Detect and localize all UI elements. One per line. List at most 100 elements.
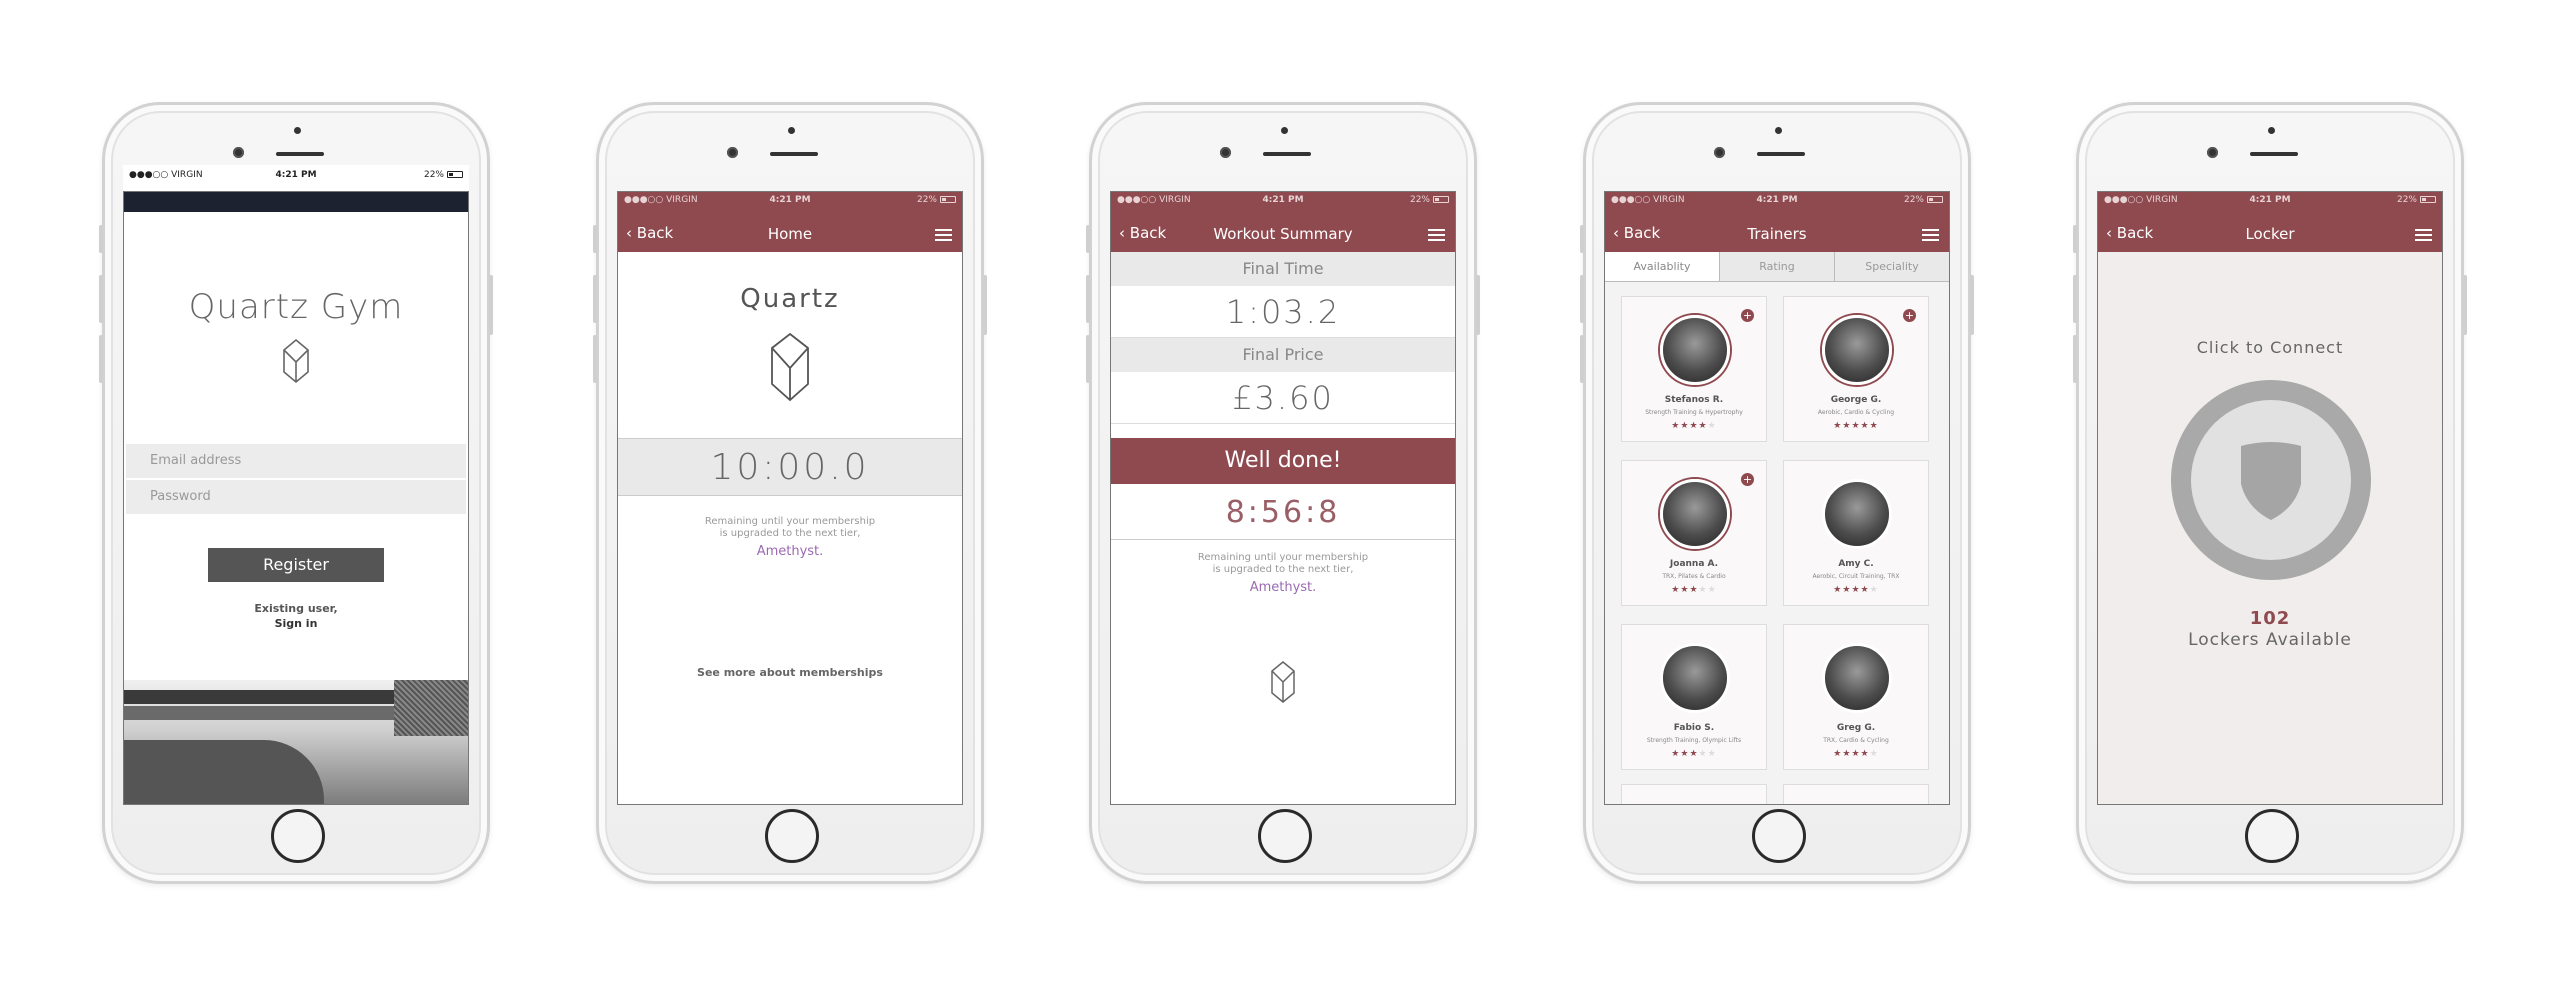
earpiece	[2250, 152, 2298, 156]
clock: 4:21 PM	[1262, 195, 1304, 205]
star-icon: ★	[1833, 749, 1843, 759]
hamburger-menu-icon[interactable]	[935, 229, 952, 241]
clock: 4:21 PM	[275, 170, 317, 180]
avatar	[1660, 479, 1730, 549]
tab-speciality[interactable]: Speciality	[1834, 252, 1949, 281]
trainer-card[interactable]: + Stefanos R. Strength Training & Hypertro…	[1621, 296, 1767, 442]
trainer-card-partial	[1621, 784, 1767, 804]
home-button[interactable]	[765, 809, 819, 863]
hamburger-menu-icon[interactable]	[1922, 229, 1939, 241]
email-placeholder: Email address	[150, 453, 242, 468]
shield-icon	[2237, 438, 2305, 526]
front-sensor	[788, 127, 795, 134]
email-field[interactable]: Email address	[126, 444, 466, 478]
avatar	[1822, 315, 1892, 385]
star-icon: ★	[1860, 585, 1870, 595]
star-icon: ★	[1833, 421, 1843, 431]
tab-availability[interactable]: Availablity	[1605, 252, 1719, 281]
register-button[interactable]: Register	[208, 548, 384, 582]
gem-icon	[618, 332, 962, 406]
star-icon: ★	[1860, 749, 1870, 759]
rating-stars: ★★★★★	[1784, 421, 1928, 431]
star-icon: ★	[1689, 421, 1699, 431]
rating-stars: ★★★★★	[1622, 749, 1766, 759]
hamburger-menu-icon[interactable]	[1428, 229, 1445, 241]
remaining-text-2: is upgraded to the next tier,	[719, 528, 861, 539]
password-placeholder: Password	[150, 489, 211, 504]
star-icon: ★	[1689, 749, 1699, 759]
star-icon: ★	[1671, 749, 1681, 759]
hamburger-menu-icon[interactable]	[2415, 229, 2432, 241]
final-time-value: 1:03.2	[1111, 286, 1455, 338]
star-icon: ★	[1671, 585, 1681, 595]
star-icon: ★	[1707, 749, 1717, 759]
rating-stars: ★★★★★	[1622, 421, 1766, 431]
remaining-text-2: is upgraded to the next tier,	[1212, 564, 1354, 575]
star-icon: ★	[1851, 421, 1861, 431]
existing-user-text: Existing user,	[254, 602, 338, 615]
clock: 4:21 PM	[1756, 195, 1798, 205]
home-button[interactable]	[1752, 809, 1806, 863]
star-icon: ★	[1851, 585, 1861, 595]
front-camera	[1714, 147, 1725, 158]
front-sensor	[1775, 127, 1782, 134]
avatar	[1660, 643, 1730, 713]
clock: 4:21 PM	[769, 195, 811, 205]
plus-icon[interactable]: +	[1903, 309, 1916, 322]
front-camera	[1220, 147, 1231, 158]
front-sensor	[294, 127, 301, 134]
star-icon: ★	[1833, 585, 1843, 595]
star-icon: ★	[1707, 421, 1717, 431]
trainer-card-partial	[1783, 784, 1929, 804]
trainer-card[interactable]: Amy C. Aerobic, Circuit Training, TRX ★★★★…	[1783, 460, 1929, 606]
password-field[interactable]: Password	[126, 480, 466, 514]
page-title: Locker	[2245, 225, 2295, 243]
nav-bar: ●●●○○ VIRGIN 4:21 PM 22% ‹ Back Workout …	[1111, 192, 1455, 252]
lockers-available-label: Lockers Available	[2188, 630, 2352, 650]
status-bar: ●●●○○ VIRGIN 4:21 PM 22%	[1111, 192, 1455, 208]
status-bar: ●●●○○ VIRGIN 4:21 PM 22%	[2098, 192, 2442, 208]
trainer-speciality: Aerobic, Circuit Training, TRX	[1812, 573, 1900, 580]
plus-icon[interactable]: +	[1741, 473, 1754, 486]
app-title: Quartz Gym	[188, 287, 404, 327]
star-icon: ★	[1869, 749, 1879, 759]
trainer-speciality: TRX, Cardio & Cycling	[1823, 737, 1889, 744]
phone-login: ●●●○○ VIRGIN 4:21 PM 22% Quartz Gym Emai…	[99, 102, 493, 884]
tab-rating[interactable]: Rating	[1719, 252, 1834, 281]
star-icon: ★	[1671, 421, 1681, 431]
connect-button[interactable]	[2171, 380, 2371, 580]
home-button[interactable]	[2245, 809, 2299, 863]
memberships-link[interactable]: See more about memberships	[618, 666, 962, 679]
star-icon: ★	[1698, 585, 1708, 595]
star-icon: ★	[1689, 585, 1699, 595]
barbell-photo	[124, 680, 468, 804]
home-button[interactable]	[1258, 809, 1312, 863]
phone-workout-summary: ●●●○○ VIRGIN 4:21 PM 22% ‹ Back Workout …	[1086, 102, 1480, 884]
front-camera	[727, 147, 738, 158]
trainer-name: Fabio S.	[1673, 723, 1715, 733]
login-screen: ●●●○○ VIRGIN 4:21 PM 22% Quartz Gym Emai…	[123, 165, 469, 805]
rating-stars: ★★★★★	[1622, 585, 1766, 595]
avatar	[1822, 643, 1892, 713]
trainer-card[interactable]: Greg G. TRX, Cardio & Cycling ★★★★★	[1783, 624, 1929, 770]
rating-stars: ★★★★★	[1784, 749, 1928, 759]
star-icon: ★	[1851, 749, 1861, 759]
front-sensor	[1281, 127, 1288, 134]
clock: 4:21 PM	[2249, 195, 2291, 205]
sign-in-link[interactable]: Sign in	[124, 617, 468, 630]
trainer-speciality: Strength Training, Olympic Lifts	[1646, 737, 1742, 744]
trainer-card[interactable]: + George G. Aerobic, Cardio & Cycling ★★★★★	[1783, 296, 1929, 442]
front-camera	[233, 147, 244, 158]
avatar	[1660, 315, 1730, 385]
home-button[interactable]	[271, 809, 325, 863]
plus-icon[interactable]: +	[1741, 309, 1754, 322]
nav-bar: ●●●○○ VIRGIN 4:21 PM 22% ‹ Back Trainers	[1605, 192, 1949, 252]
header-image	[124, 192, 468, 212]
trainer-name: Amy C.	[1838, 559, 1874, 569]
page-title: Workout Summary	[1213, 225, 1353, 243]
star-icon: ★	[1698, 421, 1708, 431]
star-icon: ★	[1869, 421, 1879, 431]
trainer-card[interactable]: Fabio S. Strength Training, Olympic Lifts…	[1621, 624, 1767, 770]
star-icon: ★	[1860, 421, 1870, 431]
trainer-card[interactable]: + Joanna A. TRX, Pilates & Cardio ★★★★★	[1621, 460, 1767, 606]
